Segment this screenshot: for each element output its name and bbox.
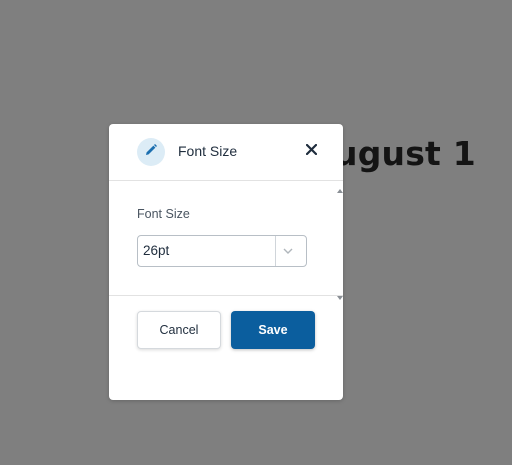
dialog-title-icon-badge xyxy=(137,138,165,166)
select-divider xyxy=(275,236,276,266)
dialog-title: Font Size xyxy=(178,143,238,159)
font-size-field-label: Font Size xyxy=(137,207,190,221)
background-document-heading: ugust 1 xyxy=(334,134,476,173)
save-button[interactable]: Save xyxy=(231,311,315,349)
close-button[interactable] xyxy=(302,142,320,160)
font-size-select-value: 26pt xyxy=(143,243,170,258)
scroll-up-arrow[interactable] xyxy=(337,181,343,193)
font-size-dialog: Font Size Font Size 26pt Cancel Save xyxy=(109,124,343,400)
dialog-header: Font Size xyxy=(109,124,343,181)
close-icon xyxy=(305,142,317,160)
footer-divider xyxy=(109,295,343,296)
pencil-icon xyxy=(144,143,158,162)
font-size-select[interactable]: 26pt xyxy=(137,235,307,267)
cancel-button[interactable]: Cancel xyxy=(137,311,221,349)
chevron-down-icon xyxy=(281,244,295,258)
scroll-down-arrow[interactable] xyxy=(337,288,343,300)
